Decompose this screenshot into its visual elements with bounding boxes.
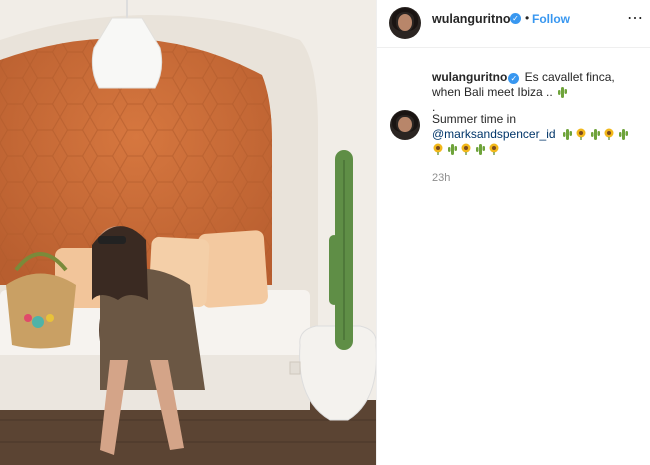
mention-link[interactable]: @marksandspencer_id xyxy=(432,127,556,141)
post-photo[interactable] xyxy=(0,0,376,465)
sunflower-icon xyxy=(604,128,614,140)
caption-text-line2: when Bali meet Ibiza .. xyxy=(432,85,553,99)
sunflower-icon xyxy=(489,143,499,155)
sunflower-icon xyxy=(576,128,586,140)
verified-badge-icon: ✓ xyxy=(510,13,521,24)
post-caption: wulanguritno ✓ Es cavallet finca, when Ba… xyxy=(432,70,642,115)
verified-badge-icon: ✓ xyxy=(508,73,520,84)
comment-avatar[interactable] xyxy=(390,110,420,140)
sunflower-icon xyxy=(433,143,443,155)
profile-avatar[interactable] xyxy=(389,7,421,39)
header-username[interactable]: wulanguritno xyxy=(432,12,510,26)
sunflower-icon xyxy=(461,143,471,155)
post-side-panel: wulanguritno ✓ • Follow ⋯ wulanguritno ✓ … xyxy=(376,0,650,465)
caption-text-line1: Es cavallet finca, xyxy=(524,70,615,84)
cactus-icon xyxy=(476,144,485,155)
cactus-icon xyxy=(562,129,572,140)
post-timestamp[interactable]: 23h xyxy=(432,172,450,184)
emoji-row-1 xyxy=(561,127,631,141)
cactus-icon xyxy=(448,144,457,155)
more-options-icon[interactable]: ⋯ xyxy=(627,8,644,28)
emoji-row-2 xyxy=(432,142,502,156)
instagram-post: wulanguritno ✓ • Follow ⋯ wulanguritno ✓ … xyxy=(0,0,650,465)
follow-button[interactable]: Follow xyxy=(532,12,570,26)
cactus-icon xyxy=(558,87,568,98)
comment-text-block: Summer time in @marksandspencer_id xyxy=(432,112,642,157)
header-separator: • xyxy=(525,11,530,25)
cactus-icon xyxy=(618,129,628,140)
post-photo-illustration xyxy=(0,0,376,465)
comment-text: Summer time in xyxy=(432,112,517,126)
cactus-icon xyxy=(590,129,600,140)
post-header: wulanguritno ✓ • Follow ⋯ xyxy=(377,0,650,48)
caption-username[interactable]: wulanguritno xyxy=(432,70,507,84)
